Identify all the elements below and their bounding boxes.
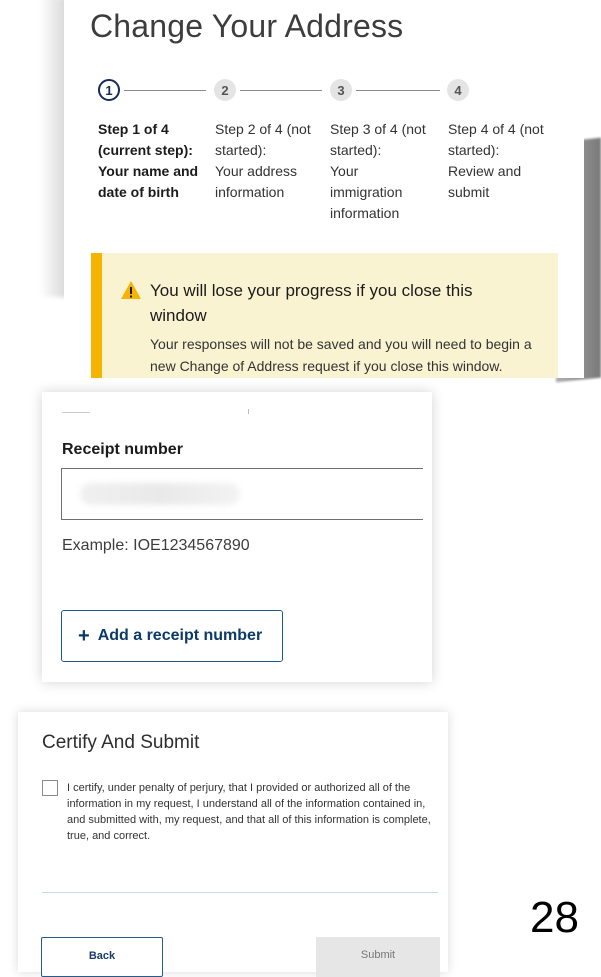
step-1-line: Your name and (98, 163, 199, 179)
step-4-line: Step 4 of 4 (not (448, 121, 544, 137)
alert-accent-bar (91, 253, 102, 378)
back-button[interactable]: Back (41, 937, 163, 977)
plus-icon: + (78, 625, 90, 647)
certify-statement: I certify, under penalty of perjury, tha… (67, 782, 431, 842)
step-3-line: started): (330, 142, 382, 158)
warning-icon (121, 281, 141, 299)
step-4-circle: 4 (447, 79, 469, 101)
step-1-line: date of birth (98, 184, 179, 200)
step-2-line: information (215, 184, 285, 200)
step-4-line: Review and (448, 163, 522, 179)
step-4-line: submit (448, 184, 490, 200)
step-2-line: Your address (215, 163, 297, 179)
step-3-line: Step 3 of 4 (not (330, 121, 426, 137)
receipt-example-hint: Example: IOE1234567890 (62, 537, 250, 554)
certify-checkbox[interactable] (42, 780, 58, 796)
step-panel: Change Your Address 1 2 3 4 Step 1 of 4 … (0, 0, 601, 385)
add-receipt-number-label: Add a receipt number (97, 627, 263, 644)
page-title: Change Your Address (90, 8, 404, 44)
step-2-line: started): (215, 142, 267, 158)
alert-body: Your responses will not be saved and you… (150, 336, 532, 374)
step-connector-2 (240, 90, 322, 91)
step-1-circle: 1 (98, 79, 120, 101)
step-4-label: Step 4 of 4 (not started): Review and su… (448, 119, 558, 203)
step-2-label: Step 2 of 4 (not started): Your address … (215, 119, 325, 203)
submit-button[interactable]: Submit (316, 937, 440, 977)
step-1-line: Step 1 of 4 (98, 121, 169, 137)
step-3-label: Step 3 of 4 (not started): Your immigrat… (330, 119, 440, 224)
alert-title: You will lose your progress if you close… (150, 281, 473, 325)
step-3-line: immigration (330, 184, 403, 200)
step-3-line: Your (330, 163, 359, 179)
receipt-number-label: Receipt number (62, 441, 183, 458)
certify-heading: Certify And Submit (42, 732, 200, 753)
step-4-line: started): (448, 142, 500, 158)
add-receipt-number-button[interactable]: + Add a receipt number (61, 610, 283, 662)
step-2-circle: 2 (214, 79, 236, 101)
step-3-line: information (330, 205, 400, 221)
step-1-line: (current step): (98, 142, 193, 158)
receipt-value-redacted (80, 483, 240, 505)
cropped-mark (248, 409, 249, 414)
step-1-label: Step 1 of 4 (current step): Your name an… (98, 119, 208, 203)
step-connector-1 (124, 90, 206, 91)
step-connector-3 (356, 90, 440, 91)
cropped-divider (62, 412, 90, 413)
step-2-line: Step 2 of 4 (not (215, 121, 311, 137)
page-number: 28 (530, 893, 579, 942)
section-divider (42, 892, 438, 893)
step-3-circle: 3 (330, 79, 352, 101)
